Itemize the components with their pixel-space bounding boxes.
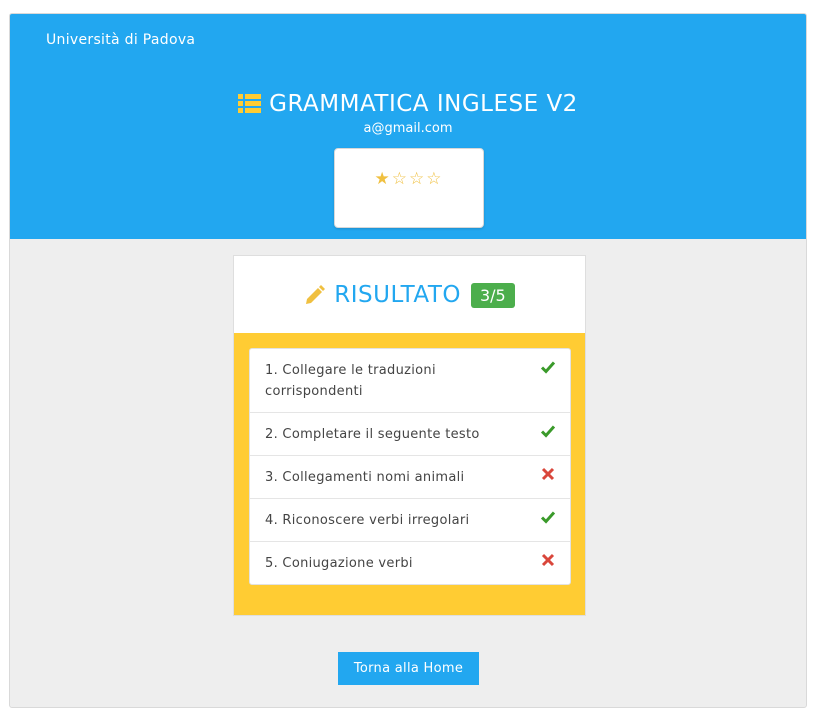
result-item-label: 2. Completare il seguente testo (265, 427, 480, 442)
result-title: RISULTATO (334, 282, 461, 308)
page-frame: Università di Padova GRAMMATICA INGLESE … (9, 13, 807, 708)
star-rating: ★☆☆☆ (374, 169, 444, 189)
cross-icon (541, 553, 555, 567)
page-title: GRAMMATICA INGLESE V2 (10, 91, 806, 117)
check-icon (541, 511, 555, 524)
result-panel: 1. Collegare le traduzioni corrispondent… (234, 333, 585, 615)
list-icon (238, 94, 262, 113)
result-item: 3. Collegamenti nomi animali (250, 456, 570, 499)
check-icon (541, 361, 555, 374)
result-item-label: 1. Collegare le traduzioni corrispondent… (265, 363, 436, 399)
check-icon (541, 425, 555, 438)
university-name: Università di Padova (46, 32, 196, 48)
result-item: 2. Completare il seguente testo (250, 413, 570, 456)
result-item-label: 4. Riconoscere verbi irregolari (265, 513, 470, 528)
rating-box: ★☆☆☆ (334, 148, 484, 228)
result-header: RISULTATO 3/5 (234, 256, 585, 333)
cross-icon (541, 467, 555, 481)
result-item: 4. Riconoscere verbi irregolari (250, 499, 570, 542)
score-badge: 3/5 (470, 282, 515, 308)
result-item-label: 3. Collegamenti nomi animali (265, 470, 465, 485)
result-item: 1. Collegare le traduzioni corrispondent… (250, 349, 570, 413)
result-list: 1. Collegare le traduzioni corrispondent… (249, 348, 571, 585)
home-button[interactable]: Torna alla Home (338, 652, 479, 685)
pencil-icon (306, 285, 326, 304)
result-card: RISULTATO 3/5 1. Collegare le traduzioni … (233, 255, 586, 616)
header: Università di Padova GRAMMATICA INGLESE … (10, 14, 806, 239)
result-item: 5. Coniugazione verbi (250, 542, 570, 584)
title-text: GRAMMATICA INGLESE V2 (269, 91, 578, 117)
result-item-label: 5. Coniugazione verbi (265, 556, 413, 571)
user-email: a@gmail.com (363, 121, 453, 136)
